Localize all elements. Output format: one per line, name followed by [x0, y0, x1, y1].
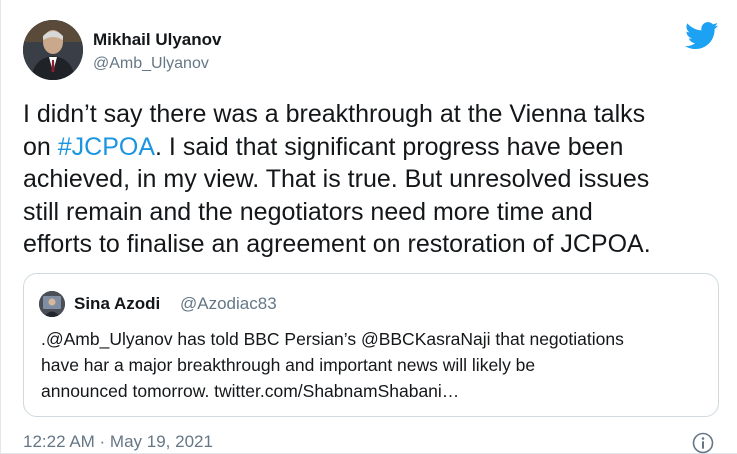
quoted-line: .@Amb_Ulyanov has told BBC Persian’s @BB… — [41, 329, 624, 349]
quoted-tweet-text: .@Amb_Ulyanov has told BBC Persian’s @BB… — [41, 326, 711, 404]
tweet-line: on #JCPOA. I said that significant progr… — [23, 131, 723, 164]
tweet-timestamp[interactable]: 12:22 AM · May 19, 2021 — [23, 432, 213, 452]
hashtag-link[interactable]: #JCPOA — [58, 133, 155, 161]
quoted-line: announced tomorrow. twitter.com/ShabnamS… — [41, 381, 460, 401]
author-avatar[interactable] — [23, 20, 83, 80]
tweet-text: I didn’t say there was a breakthrough at… — [23, 98, 723, 261]
tweet-line: I didn’t say there was a breakthrough at… — [23, 100, 646, 128]
avatar-photo — [23, 20, 83, 80]
tweet-text-segment: on — [23, 132, 58, 161]
tweet-line: achieved, in my view. That is true. But … — [23, 165, 650, 193]
quoted-tweet[interactable]: Sina Azodi @Azodiac83 .@Amb_Ulyanov has … — [23, 273, 719, 417]
quoted-author-handle: @Azodiac83 — [180, 294, 277, 313]
info-icon[interactable] — [692, 432, 714, 454]
twitter-bird-icon[interactable] — [685, 22, 719, 50]
author-name[interactable]: Mikhail Ulyanov — [93, 30, 221, 50]
quoted-line: have har a major breakthrough and import… — [41, 355, 536, 375]
quoted-author-avatar — [39, 291, 65, 317]
quoted-author-name: Sina Azodi — [74, 294, 161, 313]
tweet-text-segment: . I said that significant progress have … — [155, 132, 624, 161]
tweet-line: still remain and the negotiators need mo… — [23, 197, 593, 226]
author-handle[interactable]: @Amb_Ulyanov — [93, 55, 209, 73]
tweet-card: Mikhail Ulyanov @Amb_Ulyanov I didn’t sa… — [0, 0, 737, 454]
quoted-avatar-photo — [39, 291, 65, 317]
tweet-line: efforts to finalise an agreement on rest… — [23, 230, 651, 258]
